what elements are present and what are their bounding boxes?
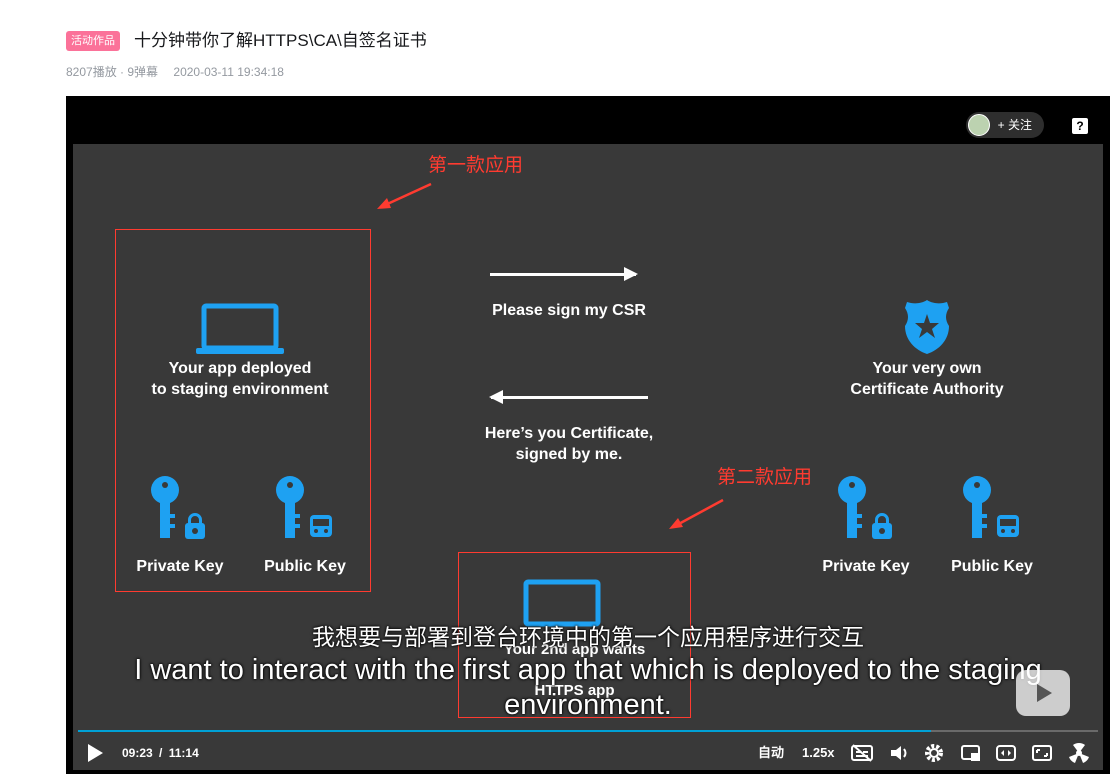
subtitle-chinese: 我想要与部署到登台环境中的第一个应用程序进行交互	[312, 624, 864, 650]
private-key-label-right: Private Key	[822, 558, 910, 575]
video-player[interactable]: + 关注 ? 第一款应用 第二款应用 Your app deployed to …	[66, 96, 1110, 774]
play-count: 8207播放 · 9弹幕	[66, 65, 159, 79]
player-controls: 09:23 / 11:14 自动 1.25x	[66, 732, 1110, 774]
csr-request-label: Please sign my CSR	[492, 302, 646, 319]
public-key-label-right: Public Key	[951, 558, 1033, 575]
center-play-icon[interactable]	[1016, 670, 1070, 716]
play-icon[interactable]	[88, 744, 103, 762]
public-key-label-left: Public Key	[264, 558, 346, 575]
quality-button[interactable]: 自动	[758, 732, 784, 774]
time-display: 09:23 / 11:14	[122, 732, 199, 774]
app1-title-line1: Your app deployed	[168, 360, 312, 377]
subtitle-english-line1: I want to interact with the first app th…	[134, 654, 1042, 686]
follow-button[interactable]: + 关注	[965, 112, 1044, 138]
help-icon[interactable]: ?	[1072, 118, 1088, 134]
certificate-return-line2: signed by me.	[515, 446, 623, 463]
activity-badge[interactable]: 活动作品	[66, 31, 120, 51]
arrow-right-icon	[490, 267, 638, 281]
ca-title-line1: Your very own	[872, 360, 982, 377]
mini-player-icon[interactable]	[960, 743, 982, 763]
certificate-return-line1: Here’s you Certificate,	[484, 425, 654, 442]
public-key-icon	[276, 476, 332, 538]
annotation-second-app: 第二款应用	[717, 467, 813, 488]
duration: 11:14	[168, 746, 199, 760]
subtitle-english-line2: environment.	[504, 689, 672, 721]
follow-label: + 关注	[997, 118, 1032, 132]
settings-gear-icon[interactable]	[923, 742, 945, 764]
video-title: 十分钟带你了解HTTPS\CA\自签名证书	[134, 31, 427, 50]
private-key-icon	[151, 476, 205, 539]
annotation-arrow-icon	[377, 182, 432, 209]
time-separator: /	[159, 746, 163, 760]
speed-button[interactable]: 1.25x	[802, 732, 835, 774]
video-meta: 8207播放 · 9弹幕 2020-03-11 19:34:18	[66, 63, 296, 80]
fullscreen-icon[interactable]	[1067, 741, 1091, 765]
annotation-first-app: 第一款应用	[428, 155, 524, 176]
widescreen-icon[interactable]	[995, 743, 1017, 763]
private-key-label-left: Private Key	[136, 558, 224, 575]
web-fullscreen-icon[interactable]	[1031, 743, 1053, 763]
app1-title-line2: to staging environment	[151, 381, 329, 398]
avatar[interactable]	[967, 114, 990, 136]
subtitle-toggle-icon[interactable]	[850, 743, 874, 763]
current-time: 09:23	[122, 746, 153, 760]
laptop-icon	[196, 303, 284, 354]
badge-icon	[905, 300, 949, 354]
volume-icon[interactable]	[888, 743, 910, 763]
private-key-icon	[838, 476, 892, 539]
ca-title-line2: Certificate Authority	[850, 381, 1004, 398]
annotation-arrow-icon	[669, 498, 724, 529]
arrow-left-icon	[489, 390, 648, 404]
publish-datetime: 2020-03-11 19:34:18	[173, 65, 284, 79]
public-key-icon	[963, 476, 1019, 538]
